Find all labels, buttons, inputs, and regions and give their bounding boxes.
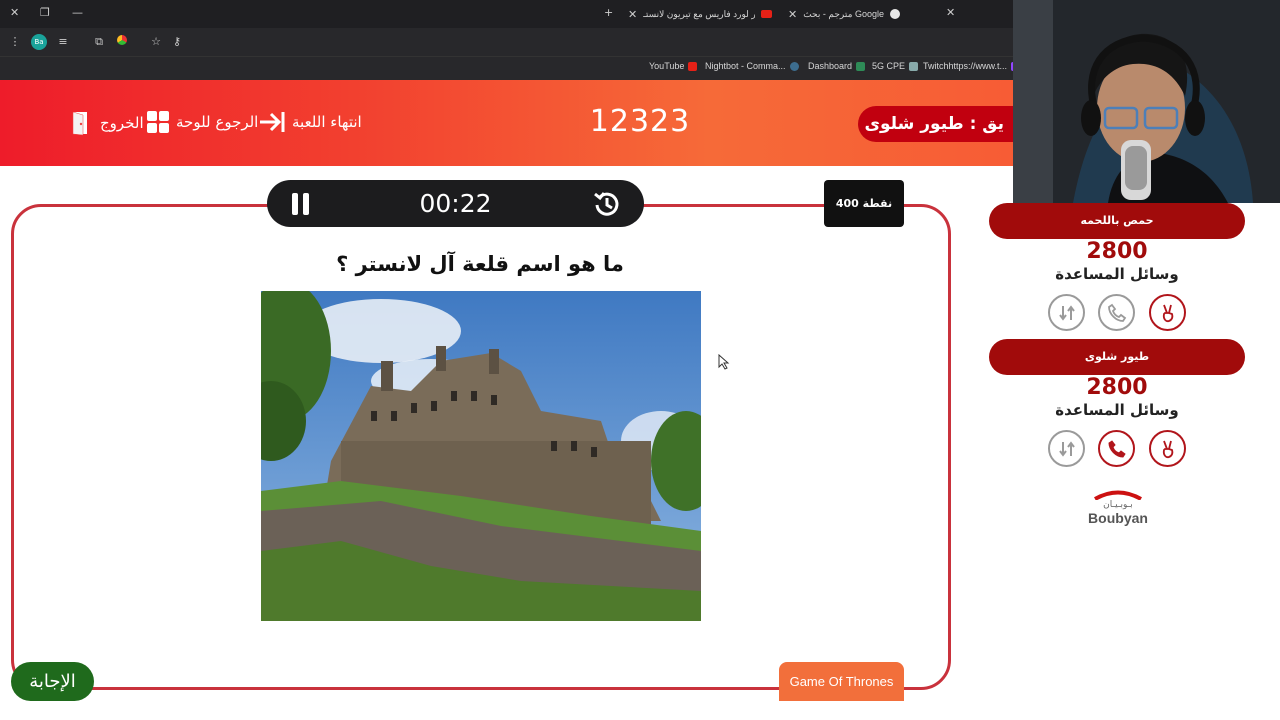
bookmark-dashboard[interactable]: Dashboard	[808, 61, 866, 71]
color-extension-icon[interactable]	[115, 35, 129, 49]
bookmark-nightbot[interactable]: Nightbot - Comma...	[705, 61, 799, 71]
globe-icon	[909, 61, 919, 71]
team-name-1: حمص باللحمه	[989, 203, 1245, 239]
nightbot-icon	[789, 61, 799, 71]
call-friend-lifeline[interactable]	[1098, 294, 1135, 331]
youtube-icon	[688, 61, 698, 71]
current-turn-pill: يق : طيور شلوى	[858, 106, 1028, 142]
bookmark-youtube[interactable]: YouTube	[649, 61, 698, 71]
arrow-to-bar-icon	[260, 112, 285, 132]
phone-icon	[1108, 440, 1126, 458]
mouse-cursor-icon	[718, 354, 730, 370]
team-score-1: 2800	[1086, 239, 1148, 264]
tab-label: حوار لورد فاريس مع تيريون لانستـ	[643, 8, 756, 19]
back-to-board-button[interactable]: الرجوع للوحة	[146, 110, 258, 134]
timer-bar: 00:22	[267, 180, 644, 227]
timer-value: 00:22	[419, 189, 492, 218]
exit-label: الخروج	[100, 114, 144, 132]
password-key-icon[interactable]: ⚷	[170, 35, 184, 49]
sponsor-logo: بـوبـيـان Boubyan	[1078, 490, 1158, 530]
boubyan-arc-icon	[1094, 490, 1142, 500]
castle-image	[261, 291, 701, 621]
castle-photo	[261, 291, 701, 621]
extensions-icon[interactable]: ⧉	[92, 35, 106, 49]
browser-tab-active[interactable]: ✕ مترجم - بحث Google	[788, 4, 900, 24]
bookmark-label: Dashboard	[808, 61, 853, 71]
streamer-figure	[1013, 0, 1280, 203]
points-badge: 400 نقطة	[824, 180, 904, 227]
new-tab-icon[interactable]: +	[604, 6, 613, 19]
grid-icon	[147, 111, 169, 133]
dashboard-icon	[856, 61, 866, 71]
bookmark-label: YouTube	[649, 61, 685, 71]
browser-tab[interactable]: ✕ حوار لورد فاريس مع تيريون لانستـ	[628, 4, 773, 24]
bookmark-label: Twitchhttps://www.t...	[923, 61, 1008, 71]
double-answer-lifeline[interactable]	[1149, 430, 1186, 467]
bookmark-5g-cpe[interactable]: 5G CPE	[872, 61, 919, 71]
star-bookmark-icon[interactable]: ☆	[149, 35, 163, 49]
menu-dots-icon[interactable]: ⋮	[8, 35, 22, 49]
close-window-icon[interactable]: ✕	[10, 6, 19, 19]
close-tab-icon[interactable]: ✕	[788, 8, 797, 21]
bookmark-label: Nightbot - Comma...	[705, 61, 786, 71]
current-turn-label: يق : طيور شلوى	[864, 114, 1004, 134]
call-friend-lifeline[interactable]	[1098, 430, 1135, 467]
swap-arrows-icon	[1059, 305, 1075, 321]
reset-timer-icon[interactable]	[592, 189, 622, 219]
minimize-window-icon[interactable]: —	[72, 6, 83, 19]
double-answer-lifeline[interactable]	[1149, 294, 1186, 331]
switch-question-lifeline[interactable]	[1048, 430, 1085, 467]
answer-button[interactable]: الإجابة	[11, 662, 94, 701]
sponsor-arabic: بـوبـيـان	[1103, 500, 1133, 510]
team-score-2: 2800	[1086, 375, 1148, 400]
bookmark-twitch[interactable]: Twitchhttps://www.t...	[923, 61, 1021, 71]
profile-avatar[interactable]: Ba	[31, 34, 47, 50]
bookmark-label: 5G CPE	[872, 61, 906, 71]
category-label: Game Of Thrones	[779, 662, 904, 701]
reading-list-icon[interactable]: ≡	[56, 35, 70, 49]
close-tab-icon[interactable]: ✕	[946, 6, 955, 19]
switch-question-lifeline[interactable]	[1048, 294, 1085, 331]
exit-button[interactable]: الخروج	[70, 110, 144, 136]
door-exit-icon	[72, 111, 87, 136]
back-label: الرجوع للوحة	[176, 113, 259, 131]
end-game-button[interactable]: انتهاء اللعبة	[258, 110, 362, 134]
team-name-2: طيور شلوى	[989, 339, 1245, 375]
peace-hand-icon	[1162, 304, 1174, 323]
tab-label: مترجم - بحث Google	[803, 8, 884, 19]
swap-arrows-icon	[1059, 441, 1075, 457]
restore-window-icon[interactable]: ❐	[40, 6, 50, 19]
google-icon	[889, 9, 900, 19]
close-tab-icon[interactable]: ✕	[628, 8, 637, 21]
team-helpers-label-1: وسائل المساعدة	[1055, 265, 1179, 283]
end-game-label: انتهاء اللعبة	[292, 113, 362, 131]
team-helpers-label-2: وسائل المساعدة	[1055, 401, 1179, 419]
youtube-icon	[761, 10, 773, 18]
peace-hand-icon	[1162, 440, 1174, 459]
game-code: 12323	[589, 104, 691, 139]
sponsor-english: Boubyan	[1088, 510, 1148, 526]
webcam-overlay	[1013, 0, 1280, 203]
phone-icon	[1108, 303, 1127, 322]
question-text: ما هو اسم قلعة آل لانستر ؟	[336, 252, 624, 276]
